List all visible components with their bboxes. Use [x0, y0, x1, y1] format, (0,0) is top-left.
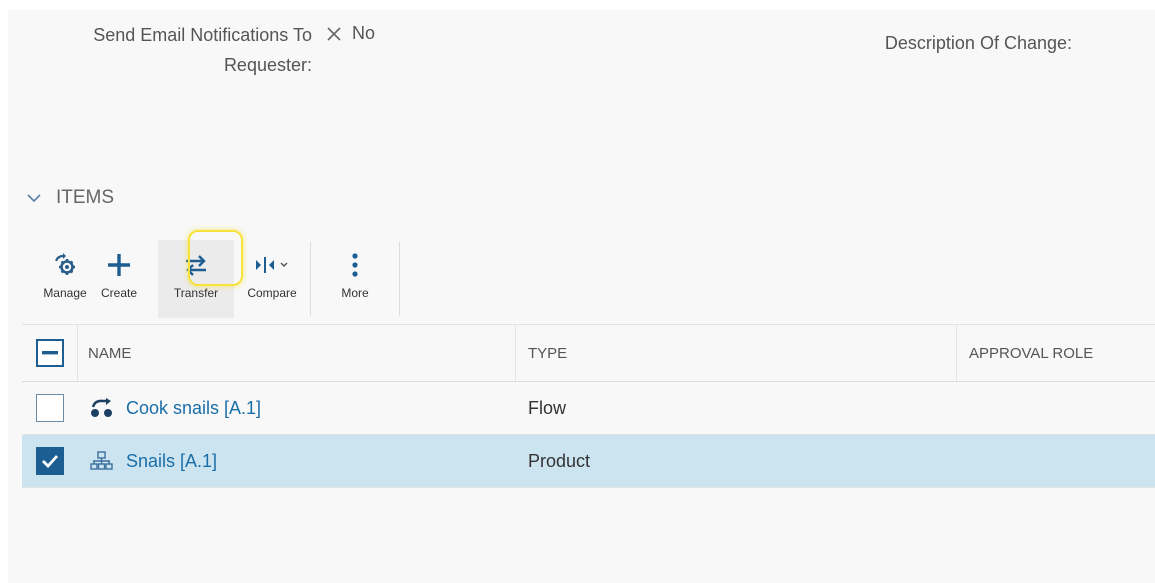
name-cell: Snails [A.1]: [78, 451, 516, 472]
items-section-toggle[interactable]: ITEMS: [26, 187, 114, 209]
type-cell: Product: [528, 450, 591, 471]
row-checkbox-cell: [22, 447, 78, 475]
select-all-header: [22, 325, 78, 381]
plus-icon: [108, 254, 130, 276]
table-row[interactable]: Cook snails [A.1] Flow: [22, 382, 1155, 435]
name-cell: Cook snails [A.1]: [78, 398, 516, 419]
close-icon: [327, 26, 341, 41]
chevron-down-icon: [27, 194, 41, 203]
compare-icon: [256, 257, 288, 273]
flow-icon: [91, 398, 112, 417]
row-checkbox[interactable]: [36, 394, 64, 422]
column-header-type[interactable]: TYPE: [516, 325, 957, 381]
create-label: Create: [100, 286, 138, 300]
minus-icon: [41, 351, 58, 355]
gear-icon: [54, 253, 75, 275]
row-checkbox[interactable]: [36, 447, 64, 475]
row-checkbox-cell: [22, 394, 78, 422]
notify-requester-value-text: No: [352, 23, 376, 43]
column-header-name[interactable]: NAME: [78, 325, 516, 381]
create-button[interactable]: Create: [80, 240, 158, 318]
notify-requester-label: Send Email Notifications To Requester:: [93, 25, 312, 75]
transfer-arrows-icon: [186, 255, 206, 276]
items-section-title: ITEMS: [56, 187, 115, 208]
transfer-button[interactable]: Transfer: [158, 240, 234, 318]
more-label: More: [341, 286, 369, 300]
toolbar-divider: [399, 242, 400, 316]
more-vertical-icon: [352, 253, 358, 277]
type-cell: Flow: [528, 397, 567, 418]
notify-requester-value: No: [326, 23, 375, 44]
more-button[interactable]: More: [311, 240, 399, 318]
description-of-change-label: Description Of Change:: [884, 33, 1072, 53]
product-icon: [90, 451, 113, 470]
column-header-approval-role[interactable]: APPROVAL ROLE: [957, 325, 1155, 381]
compare-button[interactable]: Compare: [234, 240, 310, 318]
checkmark-icon: [42, 455, 59, 468]
table-header: NAME TYPE APPROVAL ROLE: [22, 324, 1155, 382]
compare-label: Compare: [247, 286, 297, 300]
item-name-link[interactable]: Cook snails [A.1]: [126, 398, 261, 419]
items-table: NAME TYPE APPROVAL ROLE Cook snails [A.1…: [22, 324, 1155, 488]
items-toolbar: Manage Create Transfer Compare More: [30, 240, 400, 318]
table-row[interactable]: Snails [A.1] Product: [22, 435, 1155, 488]
select-all-checkbox[interactable]: [35, 339, 64, 367]
item-name-link[interactable]: Snails [A.1]: [126, 451, 217, 472]
transfer-label: Transfer: [173, 286, 219, 300]
